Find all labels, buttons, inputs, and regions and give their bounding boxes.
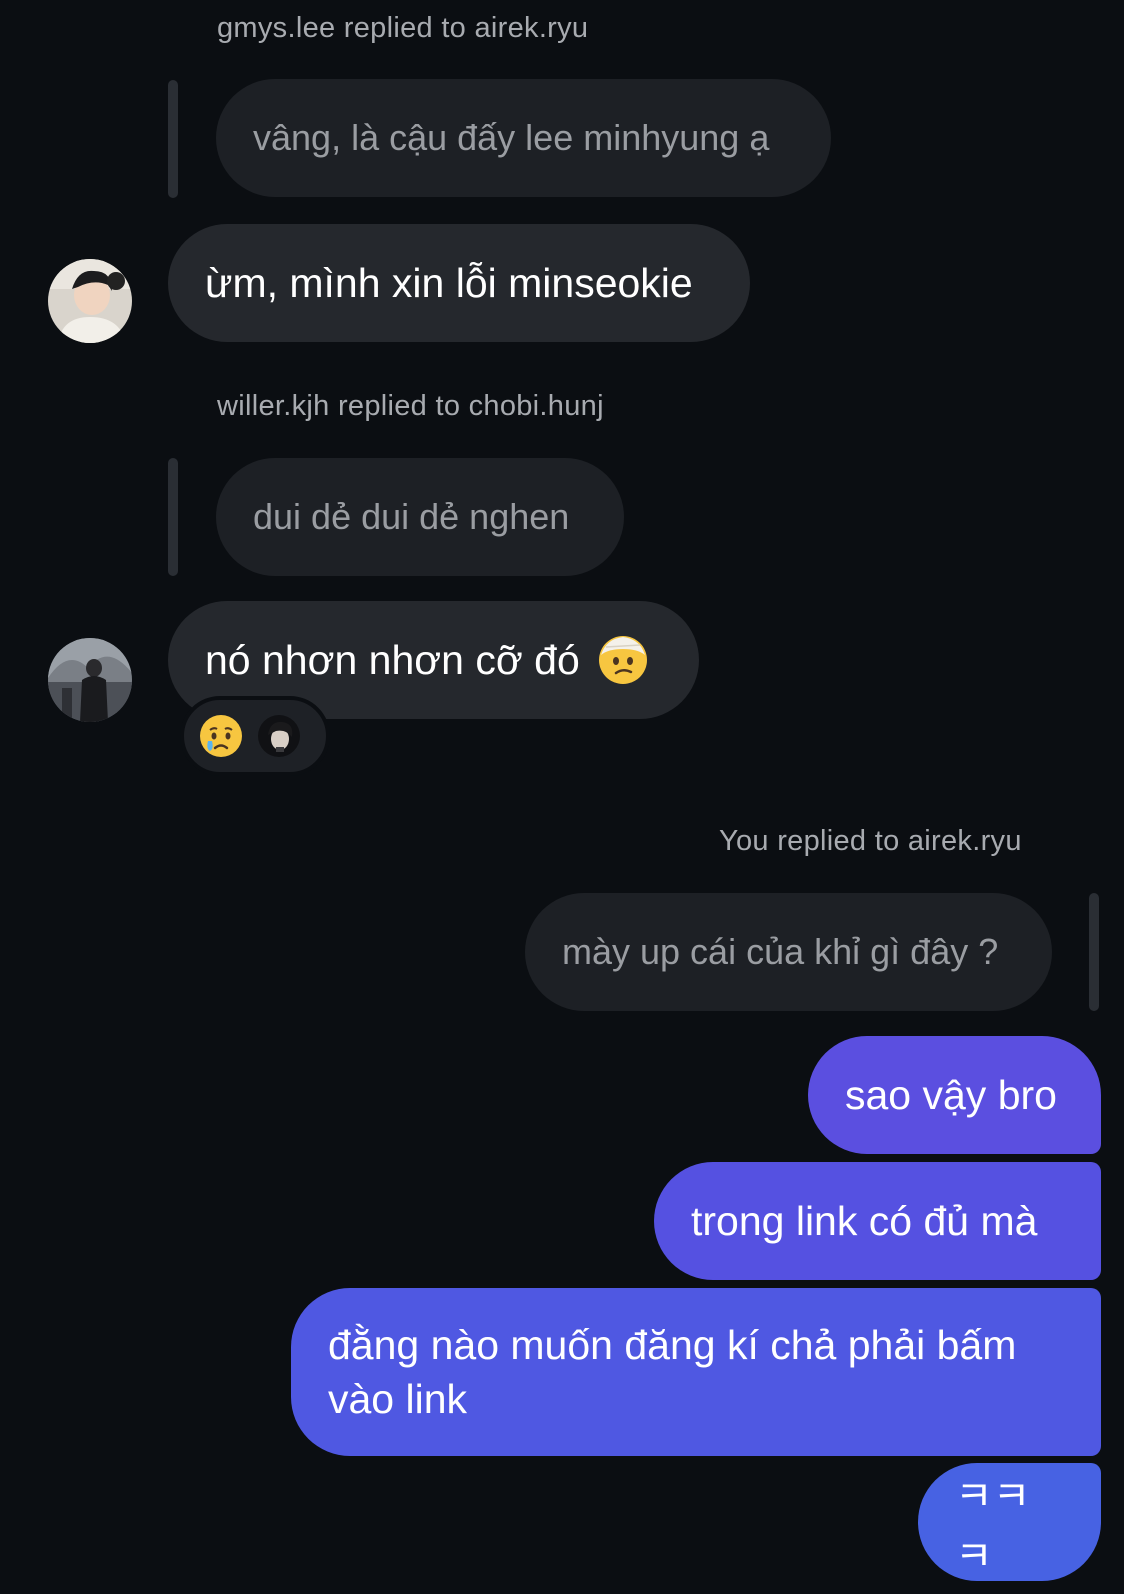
sent-message[interactable]: ㅋㅋㅋ xyxy=(918,1463,1101,1581)
crying-face-emoji xyxy=(200,715,242,757)
sent-message[interactable]: đằng nào muốn đăng kí chả phải bấm vào l… xyxy=(291,1288,1101,1456)
quote-bar xyxy=(168,458,178,576)
reply-context-label: willer.kjh replied to chobi.hunj xyxy=(217,390,604,422)
reply-context-label: gmys.lee replied to airek.ryu xyxy=(217,12,589,44)
quote-bar xyxy=(168,80,178,198)
incoming-message-text: nó nhơn nhơn cỡ đó xyxy=(205,636,580,683)
reactions-pill[interactable] xyxy=(180,696,330,776)
avatar[interactable] xyxy=(48,638,132,722)
head-bandage-emoji xyxy=(598,636,647,684)
reply-context-label: You replied to airek.ryu xyxy=(719,825,1022,857)
avatar[interactable] xyxy=(48,259,132,343)
quote-bar xyxy=(1089,893,1099,1011)
quoted-message[interactable]: vâng, là cậu đấy lee minhyung ạ xyxy=(216,79,831,197)
reactor-avatar xyxy=(258,715,300,757)
quoted-message[interactable]: mày up cái của khỉ gì đây ? xyxy=(525,893,1052,1011)
sent-message[interactable]: trong link có đủ mà xyxy=(654,1162,1101,1280)
quoted-message[interactable]: dui dẻ dui dẻ nghen xyxy=(216,458,624,576)
incoming-message[interactable]: ừm, mình xin lỗi minseokie xyxy=(168,224,750,342)
sent-message[interactable]: sao vậy bro xyxy=(808,1036,1101,1154)
